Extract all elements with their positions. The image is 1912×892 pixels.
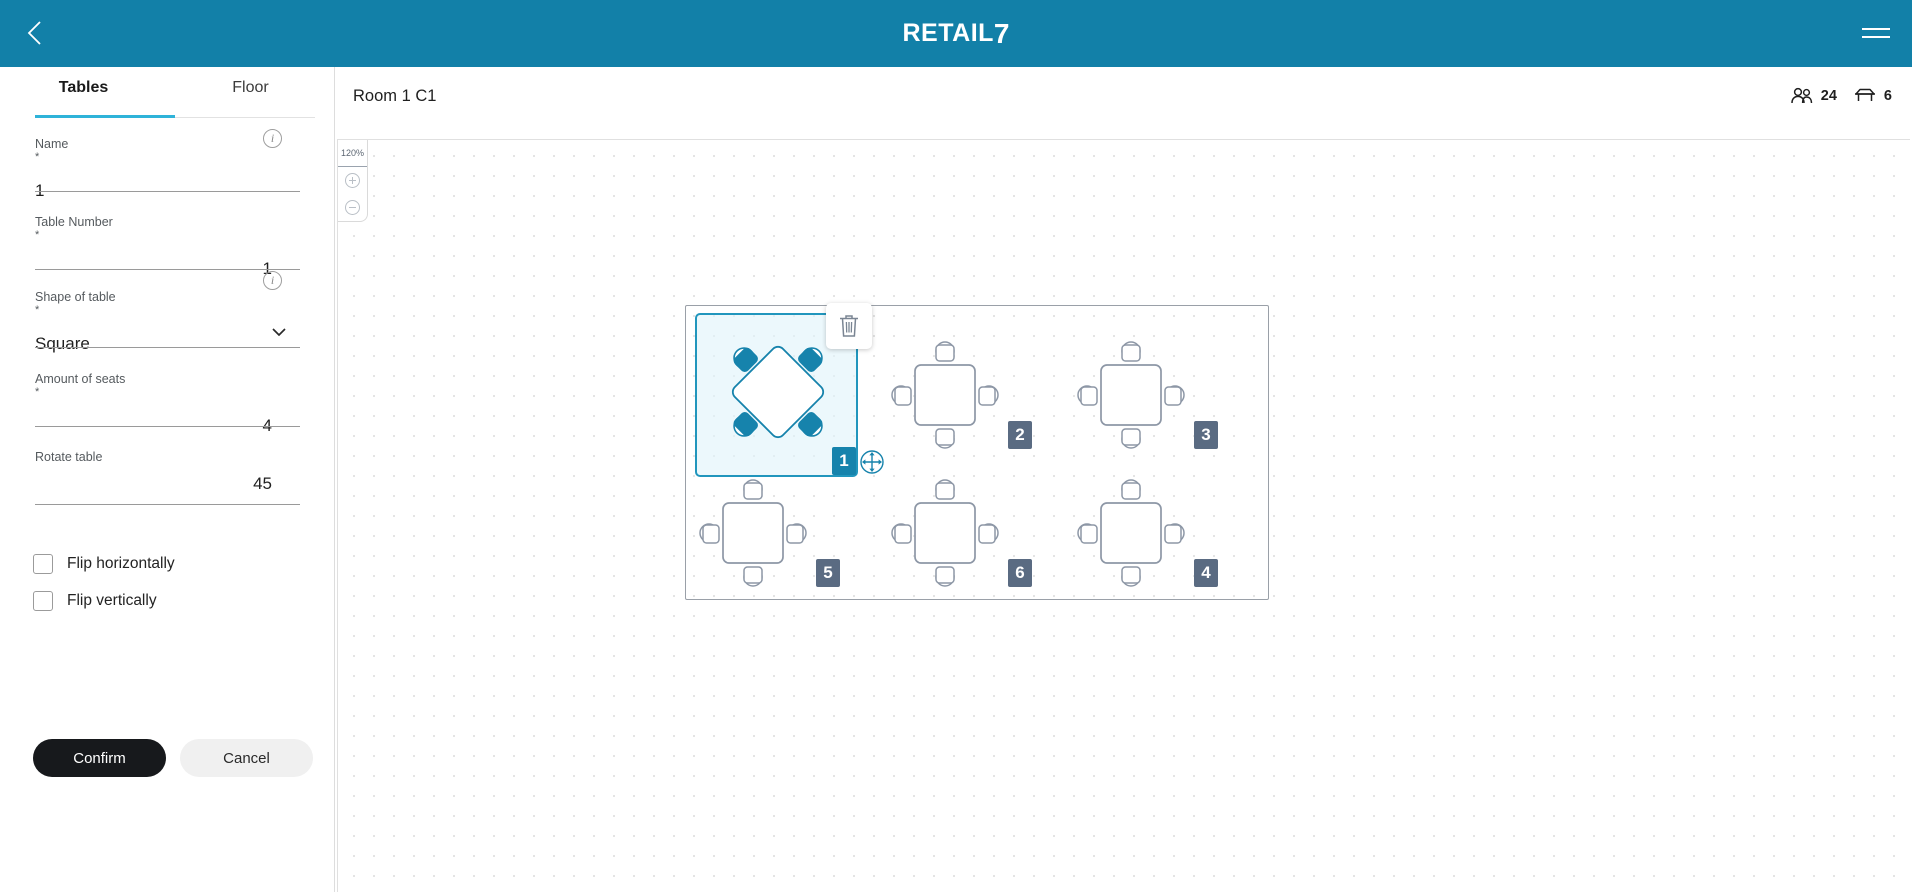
- tab-active-indicator: [35, 115, 175, 118]
- table-number-badge: 5: [816, 559, 840, 587]
- checkbox-label: Flip vertically: [67, 592, 157, 609]
- cancel-button[interactable]: Cancel: [180, 739, 313, 777]
- guests-icon: [1791, 87, 1812, 104]
- field-shape-label: Shape of table: [35, 290, 116, 304]
- shape-select-value[interactable]: Square: [35, 331, 300, 357]
- move-handle-icon[interactable]: [859, 449, 885, 480]
- table-object-6[interactable]: 6: [888, 473, 1032, 593]
- chevron-down-icon[interactable]: [272, 328, 286, 336]
- field-table-number: Table Number * 1: [35, 215, 300, 278]
- field-shape-required: *: [35, 304, 40, 316]
- delete-table-button[interactable]: [826, 303, 872, 349]
- table-object-5[interactable]: 5: [696, 473, 840, 593]
- tab-floor[interactable]: Floor: [167, 67, 334, 119]
- zoom-in-icon[interactable]: [338, 167, 367, 194]
- back-button[interactable]: [10, 8, 60, 58]
- floor-plan-panel: Room 1 C1 24 6 120% 2 3 5 6 4 1: [335, 67, 1912, 892]
- table-number-badge: 2: [1008, 421, 1032, 449]
- page-title: Room 1 C1: [353, 87, 437, 105]
- zoom-level-label: 120%: [338, 140, 367, 167]
- rotate-table-input[interactable]: 45: [35, 471, 300, 497]
- zoom-in-glyph: [345, 173, 360, 188]
- field-shape-of-table: Shape of table * Square i: [35, 271, 300, 353]
- app-header: RETAIL 7: [0, 0, 1912, 67]
- field-name: Name * 1 i: [35, 129, 300, 200]
- table-number-badge: 4: [1194, 559, 1218, 587]
- table-number-badge: 3: [1194, 421, 1218, 449]
- logo-mark: 7: [993, 17, 1010, 49]
- table-object-4[interactable]: 4: [1074, 473, 1218, 593]
- zoom-controls: 120%: [338, 140, 368, 222]
- table-object-2[interactable]: 2: [888, 335, 1032, 455]
- table-number-badge: 6: [1008, 559, 1032, 587]
- table-graphic: [891, 479, 999, 587]
- table-graphic: [1077, 479, 1185, 587]
- field-underline: [35, 191, 300, 192]
- info-icon[interactable]: i: [263, 129, 282, 148]
- menu-line: [1862, 28, 1890, 30]
- tables-counter: 6: [1853, 87, 1892, 105]
- field-seats-label: Amount of seats: [35, 372, 126, 386]
- sidebar-tabs: Tables Floor: [0, 67, 334, 119]
- table-graphic: [891, 341, 999, 449]
- table-graphic: [699, 479, 807, 587]
- checkbox-box[interactable]: [33, 591, 53, 611]
- table-graphic: [1077, 341, 1185, 449]
- field-underline: [35, 269, 300, 270]
- field-table-number-label: Table Number: [35, 215, 113, 229]
- checkbox-flip-horizontally[interactable]: Flip horizontally: [33, 554, 175, 574]
- menu-line: [1862, 36, 1890, 38]
- table-icon: [1854, 88, 1875, 101]
- field-underline: [35, 426, 300, 427]
- app-logo: RETAIL 7: [0, 0, 1912, 67]
- checkbox-box[interactable]: [33, 554, 53, 574]
- checkbox-flip-vertically[interactable]: Flip vertically: [33, 591, 157, 611]
- tables-count: 6: [1883, 88, 1892, 104]
- info-icon[interactable]: i: [263, 271, 282, 290]
- editor-sidebar: Tables Floor Name * 1 i Table Number * 1…: [0, 67, 335, 892]
- field-underline: [35, 504, 300, 505]
- checkbox-label: Flip horizontally: [67, 555, 175, 572]
- field-name-required: *: [35, 151, 40, 163]
- zoom-out-glyph: [345, 200, 360, 215]
- field-seats-required: *: [35, 386, 40, 398]
- field-underline: [35, 347, 300, 348]
- logo-text: RETAIL: [902, 19, 994, 47]
- trash-icon: [840, 315, 858, 337]
- confirm-button[interactable]: Confirm: [33, 739, 166, 777]
- tab-tables[interactable]: Tables: [0, 67, 167, 119]
- table-object-3[interactable]: 3: [1074, 335, 1218, 455]
- floor-plan-canvas[interactable]: 120% 2 3 5 6 4 1: [337, 139, 1910, 892]
- chevron-left-icon: [27, 21, 41, 45]
- field-amount-of-seats: Amount of seats * 4: [35, 372, 300, 435]
- field-table-number-required: *: [35, 229, 40, 241]
- field-name-label: Name: [35, 137, 69, 151]
- zoom-out-icon[interactable]: [338, 194, 367, 221]
- hamburger-menu-icon[interactable]: [1854, 12, 1898, 54]
- selected-table-number-badge: 1: [832, 447, 856, 475]
- guests-count: 24: [1820, 88, 1837, 104]
- field-rotate-label: Rotate table: [35, 450, 103, 464]
- capacity-counters: 24 6: [1790, 87, 1892, 105]
- field-rotate-table: Rotate table 45: [35, 450, 300, 505]
- guests-counter: 24: [1790, 87, 1837, 105]
